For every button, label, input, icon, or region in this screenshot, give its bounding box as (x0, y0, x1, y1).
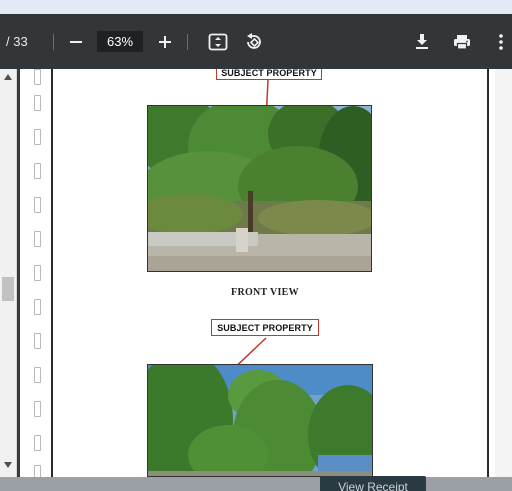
minus-icon (70, 40, 82, 43)
toolbar-divider (53, 34, 54, 50)
printer-icon (454, 34, 470, 50)
subject-property-label: SUBJECT PROPERTY (211, 319, 319, 336)
rotate-button[interactable] (239, 14, 269, 69)
print-button[interactable] (447, 14, 477, 69)
browser-top-strip (0, 0, 512, 14)
zoom-out-button[interactable] (61, 14, 91, 69)
fit-to-page-button[interactable] (203, 14, 233, 69)
bottom-bar (0, 477, 512, 491)
photo-caption: FRONT VIEW (231, 287, 299, 298)
plus-icon (159, 35, 171, 48)
document-viewport[interactable]: SUBJECT PROPERTY FRONT VIEW SUBJECT PROP… (0, 69, 512, 477)
page-count: / 33 (6, 34, 28, 49)
fit-page-icon (208, 33, 228, 50)
second-property-photo (147, 364, 373, 477)
more-actions-button[interactable] (492, 14, 510, 69)
more-vert-icon (499, 33, 503, 50)
zoom-level-input[interactable]: 63% (97, 31, 143, 52)
download-icon (416, 33, 428, 49)
download-button[interactable] (407, 14, 437, 69)
pdf-toolbar: / 33 63% (0, 14, 512, 69)
view-receipt-button[interactable]: View Receipt (320, 476, 426, 491)
pdf-viewer-window: / 33 63% SUBJECT PROPERTY FRONT VIEW SUB… (0, 0, 512, 491)
front-view-photo (147, 105, 372, 272)
rotate-icon (247, 32, 261, 49)
toolbar-divider (187, 34, 188, 50)
zoom-in-button[interactable] (150, 14, 180, 69)
